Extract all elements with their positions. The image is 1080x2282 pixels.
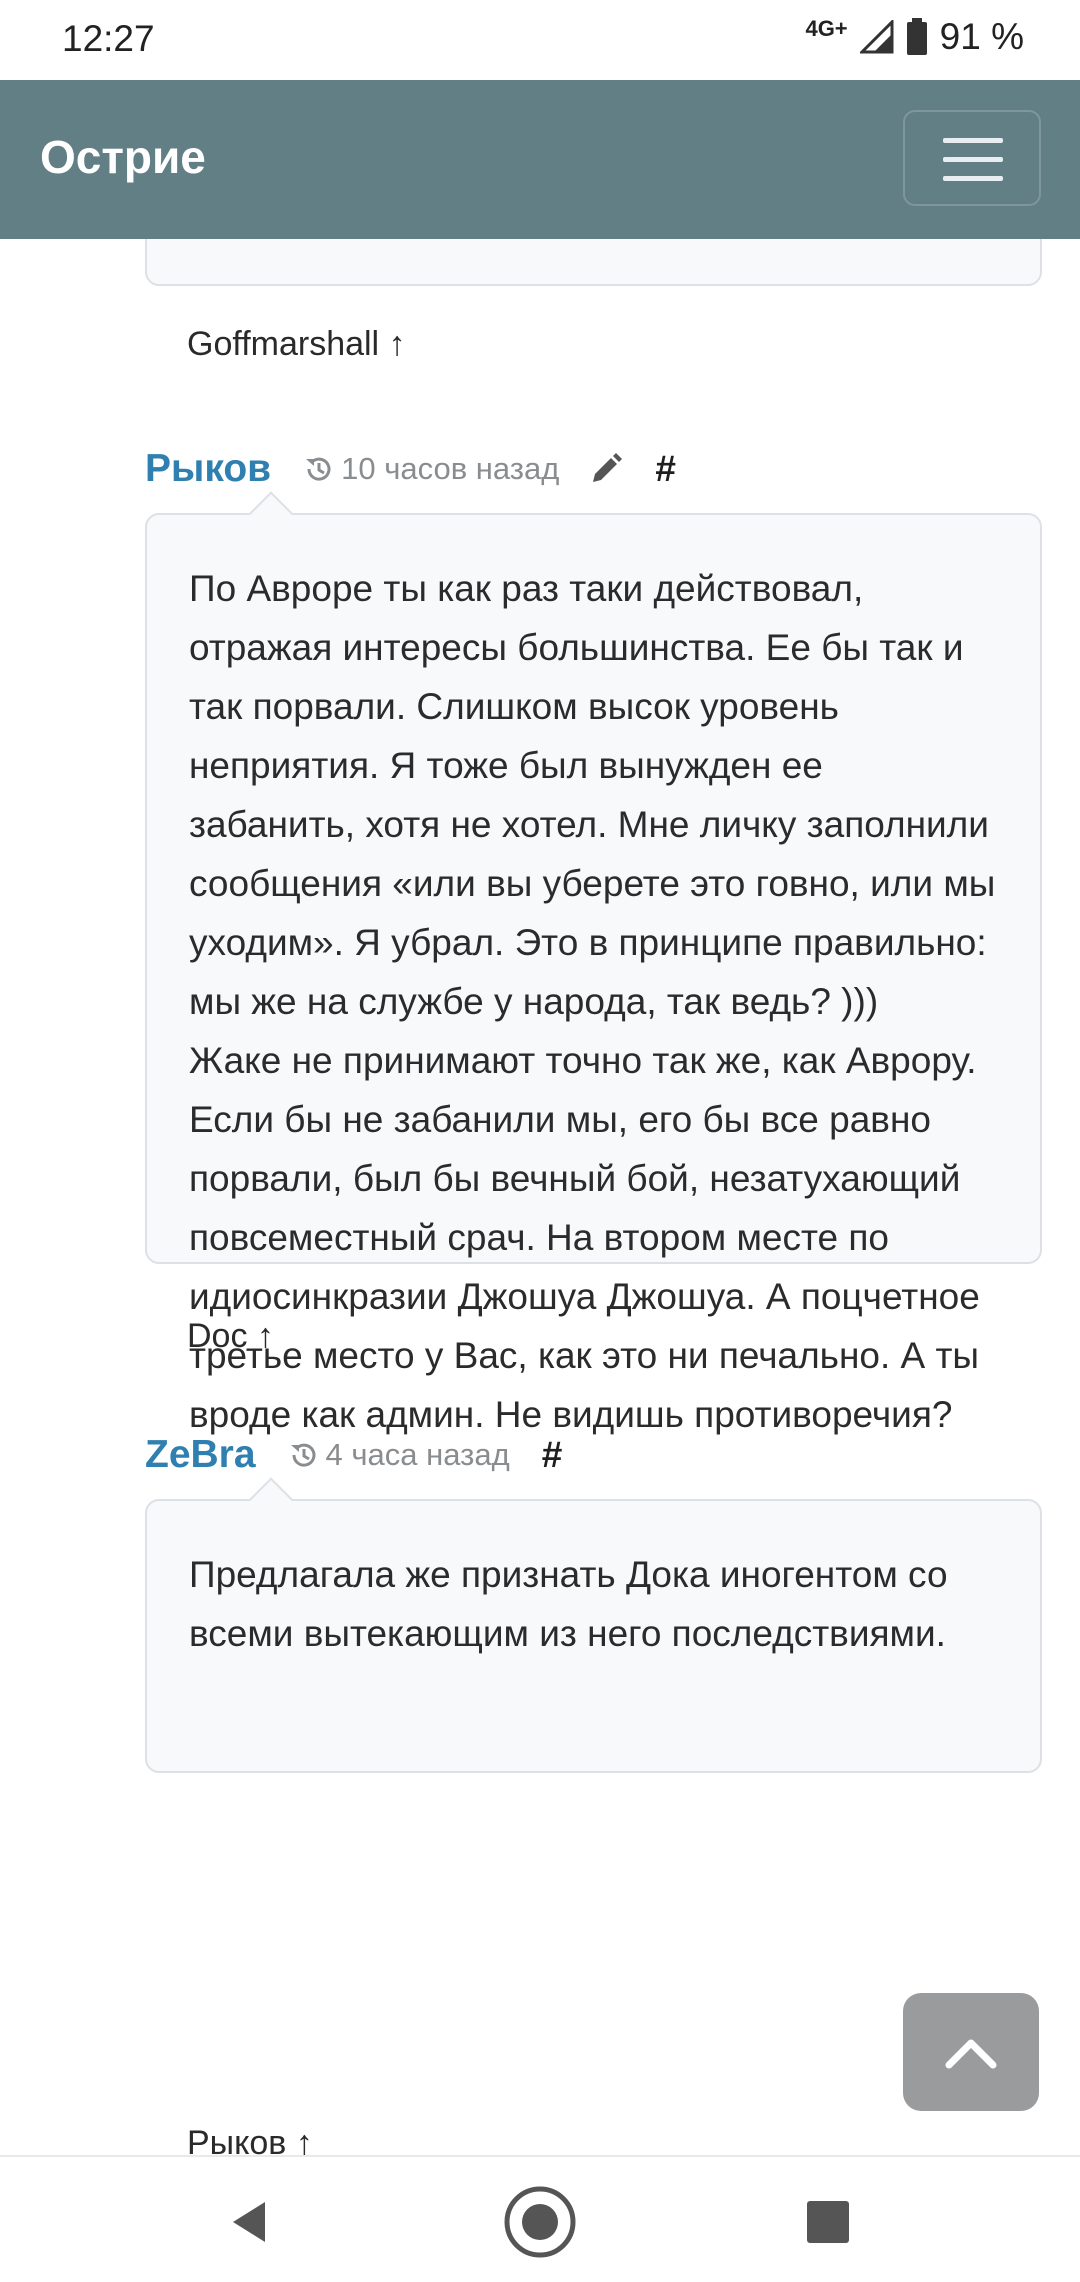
network-type: 4G+ [805,16,848,41]
reply-to-link[interactable]: Рыков ↑ [187,2124,313,2155]
comment-author[interactable]: ZeBra [145,1433,256,1477]
comment-header: ZeBra 4 часа назад # [145,1425,562,1485]
scroll-to-top-button[interactable] [903,1993,1039,2111]
comment-permalink[interactable]: # [655,448,676,490]
reply-to-link[interactable]: Doc ↑ [187,1317,274,1356]
status-bar: 12:27 4G+ 91 % [0,0,1080,80]
comment-author[interactable]: Рыков [145,447,271,491]
signal-icon [859,20,894,54]
system-navigation-bar [0,2155,1080,2282]
history-icon [306,457,331,481]
reply-to-link[interactable]: Goffmarshall ↑ [187,325,406,364]
comment-bubble: По Авроре ты как раз таки действовал, от… [145,513,1042,1435]
pencil-icon[interactable] [589,452,623,486]
menu-toggle-button[interactable] [903,110,1041,206]
status-time: 12:27 [62,18,155,59]
recents-square-icon[interactable] [790,2184,866,2260]
chevron-up-icon [945,2039,997,2069]
history-icon [290,1443,316,1467]
comments-thread[interactable]: Goffmarshall ↑ Рыков 10 часов назад # По… [0,239,1080,2155]
site-brand[interactable]: Острие [40,130,206,184]
home-circle-icon[interactable] [502,2184,578,2260]
battery-icon [906,18,927,55]
previous-comment-bubble [145,239,1042,286]
navbar: Острие [0,80,1080,239]
comment-permalink[interactable]: # [542,1434,563,1476]
battery-level: 91 % [939,16,1024,57]
comment-header: Рыков 10 часов назад # [145,439,676,499]
status-icons: 4G+ 91 % [805,16,1024,58]
comment-time[interactable]: 4 часа назад [326,1437,510,1473]
comment-time[interactable]: 10 часов назад [341,451,559,487]
comment-text: По Авроре ты как раз таки действовал, от… [189,568,996,1435]
back-triangle-icon[interactable] [213,2184,289,2260]
comment-bubble: Предлагала же признать Дока иногентом со… [145,1499,1042,1773]
comment-text: Предлагала же признать Дока иногентом со… [189,1554,948,1654]
